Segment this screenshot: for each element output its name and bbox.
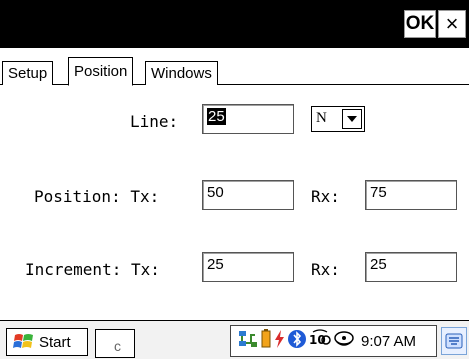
tab-position[interactable]: Position — [68, 57, 134, 86]
line-input-value: 25 — [207, 108, 226, 125]
tab-position-label: Position — [74, 63, 128, 80]
position-rx-input[interactable]: 75 — [365, 180, 457, 210]
increment-tx-input[interactable]: 25 — [202, 252, 294, 282]
line-input[interactable]: 25 — [202, 104, 294, 134]
power-icon[interactable] — [273, 329, 285, 353]
position-tx-value: 50 — [207, 184, 224, 201]
tab-setup[interactable]: Setup — [2, 61, 54, 85]
keyboard-icon[interactable] — [441, 327, 467, 355]
increment-rx-label: Rx: — [311, 260, 340, 279]
bluetooth-icon[interactable] — [287, 329, 307, 353]
tab-windows[interactable]: Windows — [145, 61, 218, 85]
taskbar-window-button[interactable]: c — [95, 329, 135, 358]
position-rx-label: Rx: — [311, 187, 340, 206]
start-button[interactable]: Start — [6, 328, 88, 356]
windows-flag-icon — [13, 332, 35, 352]
increment-tx-label: Increment: Tx: — [25, 260, 160, 279]
taskbar-window-label: c — [114, 338, 121, 354]
position-tx-label: Position: Tx: — [34, 187, 160, 206]
direction-select[interactable]: N — [311, 106, 365, 132]
line-label: Line: — [130, 112, 179, 131]
increment-tx-value: 25 — [207, 256, 224, 273]
chevron-down-icon[interactable] — [342, 109, 362, 129]
volume-icon[interactable] — [333, 329, 355, 353]
tab-windows-label: Windows — [151, 65, 212, 82]
increment-rx-input[interactable]: 25 — [365, 252, 457, 282]
position-tx-input[interactable]: 50 — [202, 180, 294, 210]
svg-text:10: 10 — [309, 333, 326, 347]
increment-rx-value: 25 — [370, 256, 387, 273]
network-icon[interactable] — [237, 329, 259, 353]
ok-button[interactable]: OK — [404, 10, 436, 38]
wifi-icon[interactable]: 10 — [309, 329, 331, 353]
direction-select-value: N — [316, 110, 327, 126]
battery-icon[interactable] — [259, 329, 273, 353]
start-label: Start — [39, 333, 71, 351]
title-bar — [0, 0, 469, 48]
system-tray: 10 9:07 AM — [230, 325, 437, 357]
position-rx-value: 75 — [370, 184, 387, 201]
clock[interactable]: 9:07 AM — [361, 333, 416, 350]
close-button[interactable]: × — [438, 10, 466, 38]
tab-setup-label: Setup — [8, 65, 48, 82]
